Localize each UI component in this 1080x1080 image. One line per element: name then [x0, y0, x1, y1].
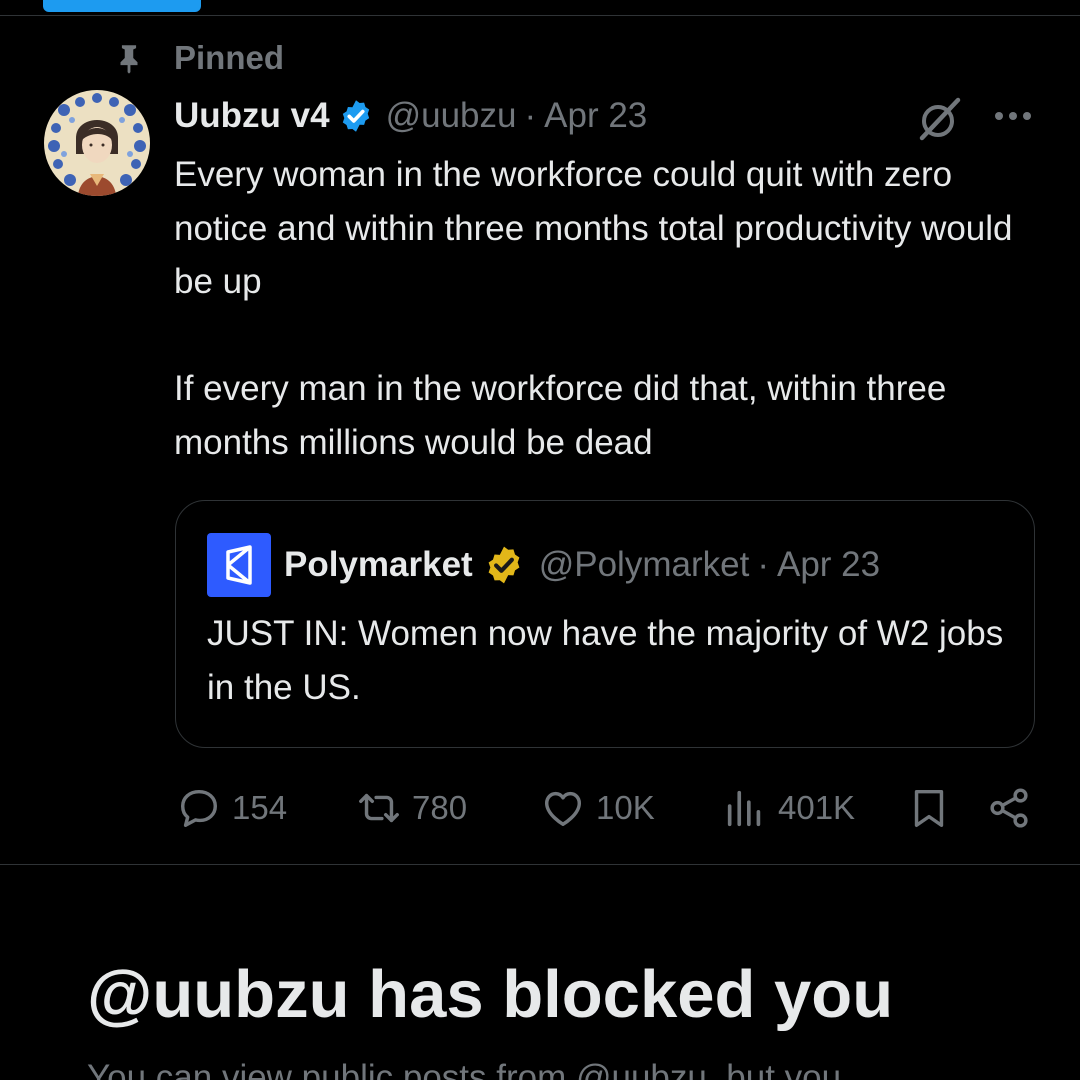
bookmark-icon	[914, 789, 944, 827]
reply-button[interactable]: 154	[176, 780, 287, 836]
views-button[interactable]: 401K	[722, 780, 855, 836]
quoted-post-date[interactable]: Apr 23	[777, 545, 880, 585]
post-header: Uubzu v4 @uubzu · Apr 23	[174, 93, 647, 139]
share-button[interactable]	[986, 780, 1032, 836]
repost-icon	[359, 793, 399, 823]
quoted-author-display-name[interactable]: Polymarket	[284, 545, 473, 585]
blocked-title: @uubzu has blocked you	[87, 957, 894, 1032]
separator-dot: ·	[524, 96, 537, 135]
views-count: 401K	[778, 789, 856, 826]
post-text: Every woman in the workforce could quit …	[174, 155, 1013, 462]
like-button[interactable]: 10K	[540, 780, 655, 836]
avatar[interactable]	[44, 90, 150, 196]
gold-verified-badge-icon[interactable]	[483, 544, 525, 586]
verified-badge-icon[interactable]	[338, 98, 374, 134]
bookmark-button[interactable]	[906, 780, 952, 836]
polymarket-logo-icon[interactable]	[207, 533, 271, 597]
repost-count: 780	[412, 789, 468, 826]
quoted-post-card[interactable]: Polymarket @Polymarket · Apr 23 JUST IN:…	[175, 500, 1035, 748]
active-tab-indicator	[43, 0, 201, 12]
pinned-row: Pinned	[112, 38, 284, 78]
reply-count: 154	[232, 789, 288, 826]
author-handle[interactable]: @uubzu	[386, 96, 517, 136]
reply-icon	[180, 789, 218, 827]
author-display-name[interactable]: Uubzu v4	[174, 96, 330, 136]
more-icon[interactable]	[988, 98, 1038, 134]
post-actions: 154 780 10K 401K	[0, 780, 1080, 836]
quoted-post-header: Polymarket @Polymarket · Apr 23	[284, 541, 880, 589]
quoted-post-text: JUST IN: Women now have the majority of …	[207, 614, 1004, 707]
heart-icon	[544, 791, 582, 827]
quoted-separator-dot: ·	[757, 545, 769, 584]
quoted-author-handle[interactable]: @Polymarket	[539, 545, 750, 585]
pinned-label: Pinned	[174, 39, 285, 76]
like-count: 10K	[596, 789, 655, 826]
post-date[interactable]: Apr 23	[544, 96, 647, 136]
blocked-description: You can view public posts from @uubzu, b…	[87, 1058, 842, 1080]
bottom-divider	[0, 864, 1080, 865]
top-divider	[0, 15, 1080, 16]
grok-icon[interactable]	[914, 94, 964, 144]
pin-icon	[120, 45, 138, 74]
share-icon	[990, 788, 1028, 828]
views-icon	[727, 790, 761, 827]
repost-button[interactable]: 780	[356, 780, 467, 836]
